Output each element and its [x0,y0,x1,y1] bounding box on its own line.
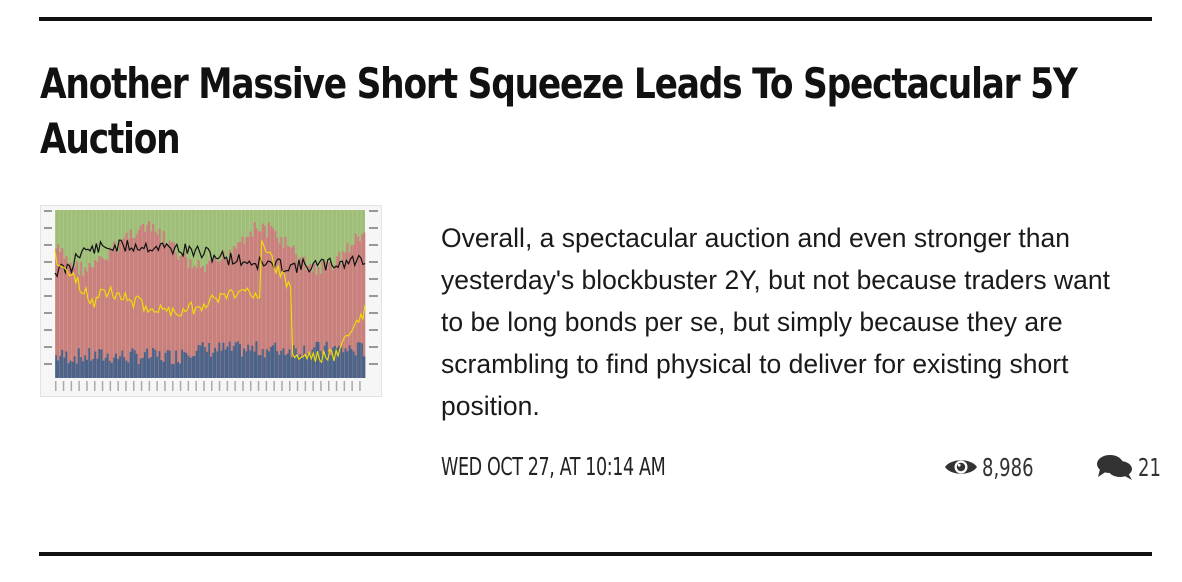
top-divider [39,17,1152,21]
bottom-divider [39,552,1152,556]
comments-link[interactable]: 21 [1096,453,1168,482]
eye-icon [944,456,978,478]
comments-number: 21 [1138,452,1161,482]
article-title[interactable]: Another Massive Short Squeeze Leads To S… [40,56,1098,166]
views-number: 8,986 [982,452,1034,482]
article-thumbnail[interactable] [40,205,382,397]
article-excerpt: Overall, a spectacular auction and even … [441,223,1110,421]
thumbnail-chart-image [41,206,381,396]
article-date: WED OCT 27, AT 10:14 AM [441,452,666,481]
views-count: 8,986 [944,453,1042,482]
comments-icon [1096,453,1134,481]
article-stats: 8,986 21 [944,451,1168,483]
